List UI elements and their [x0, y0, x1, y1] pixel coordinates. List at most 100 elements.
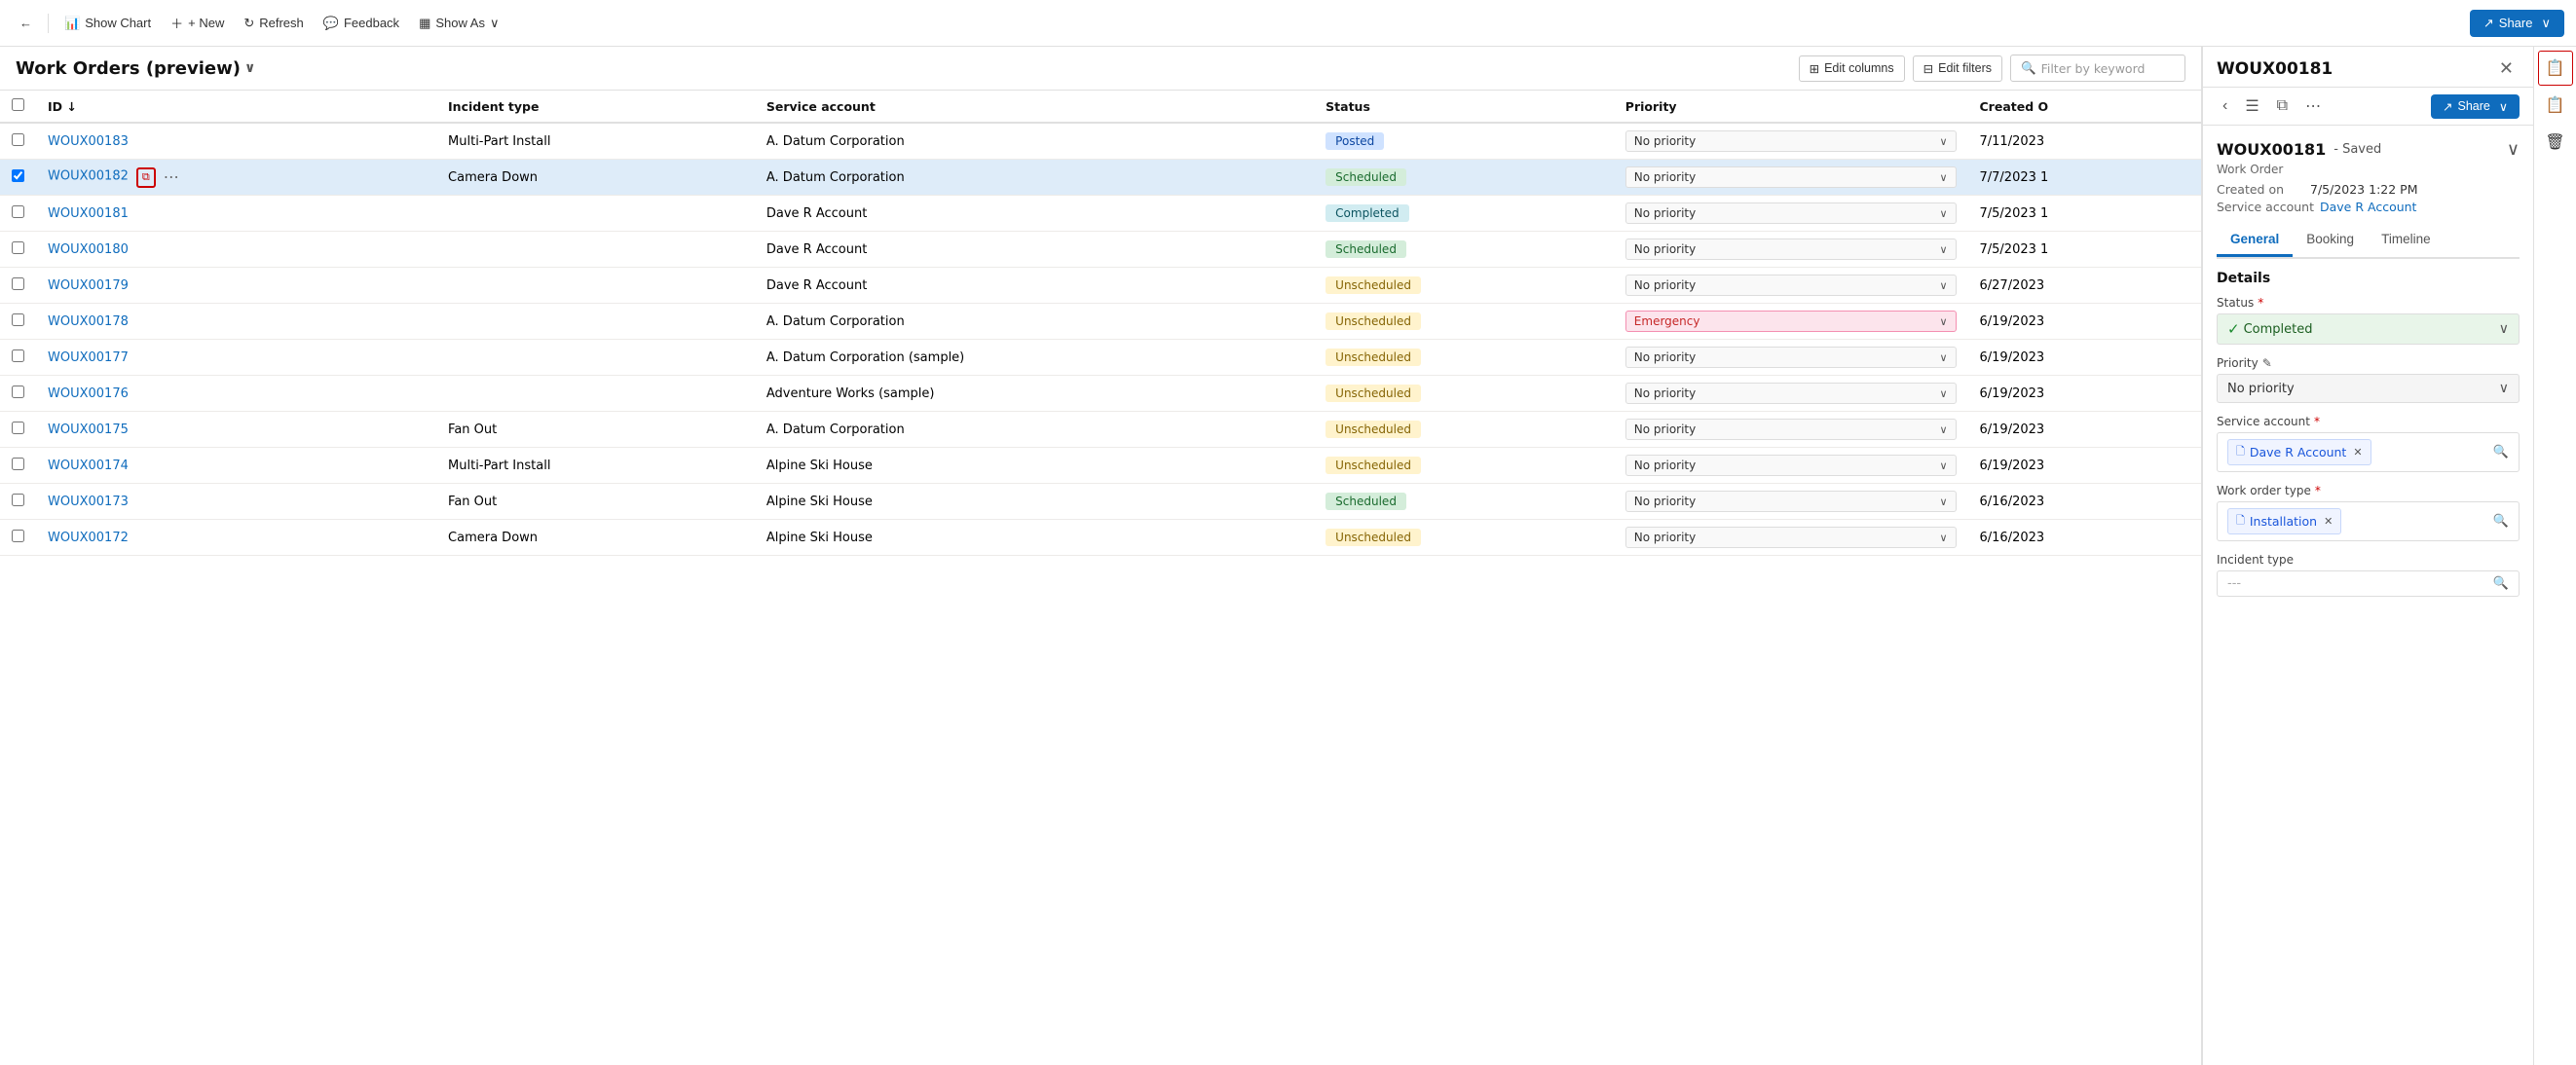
panel-share-chevron: ∨ [2499, 99, 2508, 114]
panel-share-button[interactable]: ↗ Share ∨ [2431, 94, 2520, 119]
priority-dropdown[interactable]: No priority ∨ [1625, 130, 1957, 152]
incident-type-field: Incident type --- 🔍 [2217, 553, 2520, 597]
work-order-type-field-value[interactable]: 🗋 Installation ✕ 🔍 [2217, 501, 2520, 541]
row-id-link[interactable]: WOUX00178 [48, 314, 129, 329]
table-row: WOUX00172Camera DownAlpine Ski HouseUnsc… [0, 520, 2201, 556]
row-id-link[interactable]: WOUX00177 [48, 350, 129, 365]
service-account-meta-value[interactable]: Dave R Account [2320, 200, 2416, 214]
priority-dropdown[interactable]: Emergency ∨ [1625, 311, 1957, 332]
priority-dropdown[interactable]: No priority ∨ [1625, 166, 1957, 188]
tab-general[interactable]: General [2217, 224, 2293, 257]
priority-dropdown[interactable]: No priority ∨ [1625, 383, 1957, 404]
row-incident-cell: Multi-Part Install [436, 123, 755, 160]
row-id-link[interactable]: WOUX00176 [48, 386, 129, 401]
show-as-button[interactable]: ▦ Show As ∨ [411, 11, 506, 36]
service-account-field-value[interactable]: 🗋 Dave R Account ✕ 🔍 [2217, 432, 2520, 472]
row-account-cell: Dave R Account [755, 232, 1314, 268]
show-chart-button[interactable]: 📊 Show Chart [56, 11, 159, 36]
refresh-button[interactable]: ↻ Refresh [236, 11, 311, 36]
header-id[interactable]: ID ↓ [36, 91, 436, 123]
header-incident-type[interactable]: Incident type [436, 91, 755, 123]
row-checkbox[interactable] [12, 277, 24, 290]
row-checkbox[interactable] [12, 169, 24, 182]
row-id-link[interactable]: WOUX00181 [48, 206, 129, 221]
strip-mid-button[interactable]: 📋 [2538, 88, 2573, 123]
work-order-type-chip-remove[interactable]: ✕ [2324, 515, 2333, 528]
status-label: Status * [2217, 296, 2520, 310]
row-status-cell: Unscheduled [1314, 340, 1614, 376]
priority-dropdown[interactable]: No priority ∨ [1625, 491, 1957, 512]
back-button[interactable]: ← [12, 11, 40, 35]
edit-filters-button[interactable]: ⊟ Edit filters [1913, 55, 2002, 82]
row-priority-cell: No priority ∨ [1614, 484, 1968, 520]
priority-dropdown[interactable]: No priority ∨ [1625, 202, 1957, 224]
nav-back-button[interactable]: ‹ [2217, 94, 2233, 118]
row-id-link[interactable]: WOUX00182 [48, 169, 129, 184]
feedback-button[interactable]: 💬 Feedback [316, 11, 407, 36]
sub-toolbar: Work Orders (preview) ∨ ⊞ Edit columns ⊟… [0, 47, 2201, 91]
priority-dropdown-icon: ∨ [2499, 381, 2509, 396]
nav-more-button[interactable]: ⋯ [2299, 93, 2327, 119]
row-checkbox[interactable] [12, 349, 24, 362]
row-created-cell: 7/5/2023 1 [1968, 196, 2202, 232]
status-value[interactable]: ✓ Completed ∨ [2217, 313, 2520, 345]
row-status-cell: Unscheduled [1314, 412, 1614, 448]
edit-columns-button[interactable]: ⊞ Edit columns [1799, 55, 1905, 82]
priority-dropdown[interactable]: No priority ∨ [1625, 275, 1957, 296]
status-required-marker: * [2258, 296, 2263, 310]
row-id-cell: WOUX00181 [36, 196, 436, 232]
tab-timeline[interactable]: Timeline [2368, 224, 2445, 257]
priority-value[interactable]: No priority ∨ [2217, 374, 2520, 403]
toolbar-divider [48, 14, 49, 33]
incident-type-input[interactable]: --- 🔍 [2217, 570, 2520, 597]
filter-input-container[interactable]: 🔍 Filter by keyword [2010, 55, 2185, 82]
row-id-cell: WOUX00174 [36, 448, 436, 484]
strip-top-button[interactable]: 📋 [2538, 51, 2573, 86]
row-checkbox[interactable] [12, 241, 24, 254]
priority-dropdown[interactable]: No priority ∨ [1625, 527, 1957, 548]
priority-dropdown[interactable]: No priority ∨ [1625, 419, 1957, 440]
row-checkbox[interactable] [12, 422, 24, 434]
row-id-link[interactable]: WOUX00172 [48, 531, 129, 545]
strip-bot-button[interactable]: 🗑 [2538, 125, 2573, 160]
row-id-cell: WOUX00175 [36, 412, 436, 448]
row-priority-cell: No priority ∨ [1614, 232, 1968, 268]
row-account-cell: Dave R Account [755, 196, 1314, 232]
row-id-link[interactable]: WOUX00174 [48, 459, 129, 473]
row-checkbox[interactable] [12, 205, 24, 218]
row-more-button[interactable]: ⋯ [160, 166, 183, 188]
row-id-link[interactable]: WOUX00175 [48, 422, 129, 437]
row-incident-cell: Camera Down [436, 520, 755, 556]
row-incident-cell: Multi-Part Install [436, 448, 755, 484]
select-all-checkbox[interactable] [12, 98, 24, 111]
wo-collapse-button[interactable]: ∨ [2507, 139, 2520, 160]
row-incident-cell: Fan Out [436, 412, 755, 448]
header-service-account[interactable]: Service account [755, 91, 1314, 123]
header-priority[interactable]: Priority [1614, 91, 1968, 123]
row-id-link[interactable]: WOUX00173 [48, 495, 129, 509]
row-checkbox[interactable] [12, 313, 24, 326]
tab-booking[interactable]: Booking [2293, 224, 2368, 257]
row-id-link[interactable]: WOUX00180 [48, 242, 129, 257]
service-account-chip-remove[interactable]: ✕ [2353, 446, 2362, 459]
priority-dropdown[interactable]: No priority ∨ [1625, 347, 1957, 368]
header-status[interactable]: Status [1314, 91, 1614, 123]
row-checkbox[interactable] [12, 458, 24, 470]
priority-dropdown[interactable]: No priority ∨ [1625, 239, 1957, 260]
close-button[interactable]: ✕ [2493, 56, 2520, 81]
priority-dropdown[interactable]: No priority ∨ [1625, 455, 1957, 476]
row-record-icon-button[interactable]: ⧉ [136, 167, 156, 188]
row-checkbox[interactable] [12, 530, 24, 542]
header-created[interactable]: Created O [1968, 91, 2202, 123]
row-checkbox[interactable] [12, 133, 24, 146]
row-checkbox[interactable] [12, 494, 24, 506]
row-id-link[interactable]: WOUX00183 [48, 134, 129, 149]
nav-edit-button[interactable]: ⧉ [2271, 94, 2294, 118]
row-account-cell: Alpine Ski House [755, 484, 1314, 520]
row-priority-cell: No priority ∨ [1614, 268, 1968, 304]
row-checkbox[interactable] [12, 386, 24, 398]
nav-page-icon-button[interactable]: ☰ [2239, 93, 2264, 119]
row-id-link[interactable]: WOUX00179 [48, 278, 129, 293]
share-button[interactable]: ↗ Share ∨ [2470, 10, 2564, 37]
new-button[interactable]: ＋ + New [163, 9, 232, 37]
